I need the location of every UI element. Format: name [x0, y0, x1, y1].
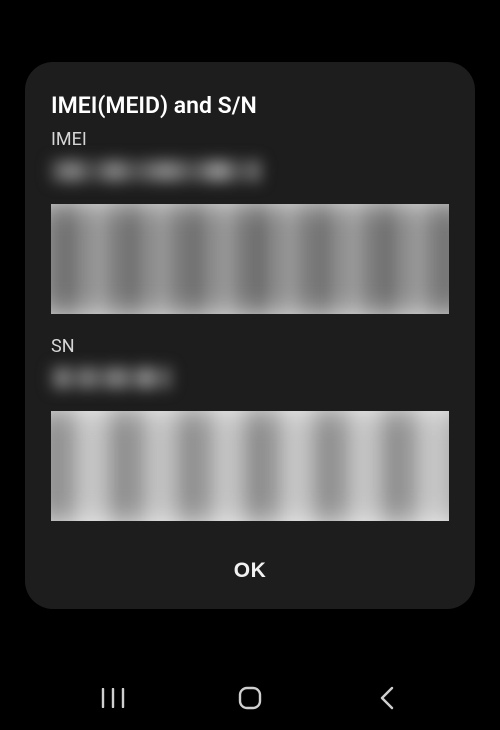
imei-sn-dialog: IMEI(MEID) and S/N IMEI SN OK	[25, 62, 475, 609]
android-navbar	[0, 666, 500, 730]
ok-button[interactable]: OK	[51, 543, 449, 591]
back-icon	[377, 685, 397, 711]
imei-label: IMEI	[51, 129, 449, 150]
sn-label: SN	[51, 336, 449, 357]
recents-icon	[100, 688, 126, 708]
dialog-title: IMEI(MEID) and S/N	[51, 92, 449, 119]
sn-value	[51, 367, 171, 389]
nav-home-button[interactable]	[235, 683, 265, 713]
imei-value	[51, 160, 261, 182]
nav-recents-button[interactable]	[98, 683, 128, 713]
sn-barcode	[51, 411, 449, 521]
nav-back-button[interactable]	[372, 683, 402, 713]
home-icon	[237, 685, 263, 711]
imei-barcode	[51, 204, 449, 314]
